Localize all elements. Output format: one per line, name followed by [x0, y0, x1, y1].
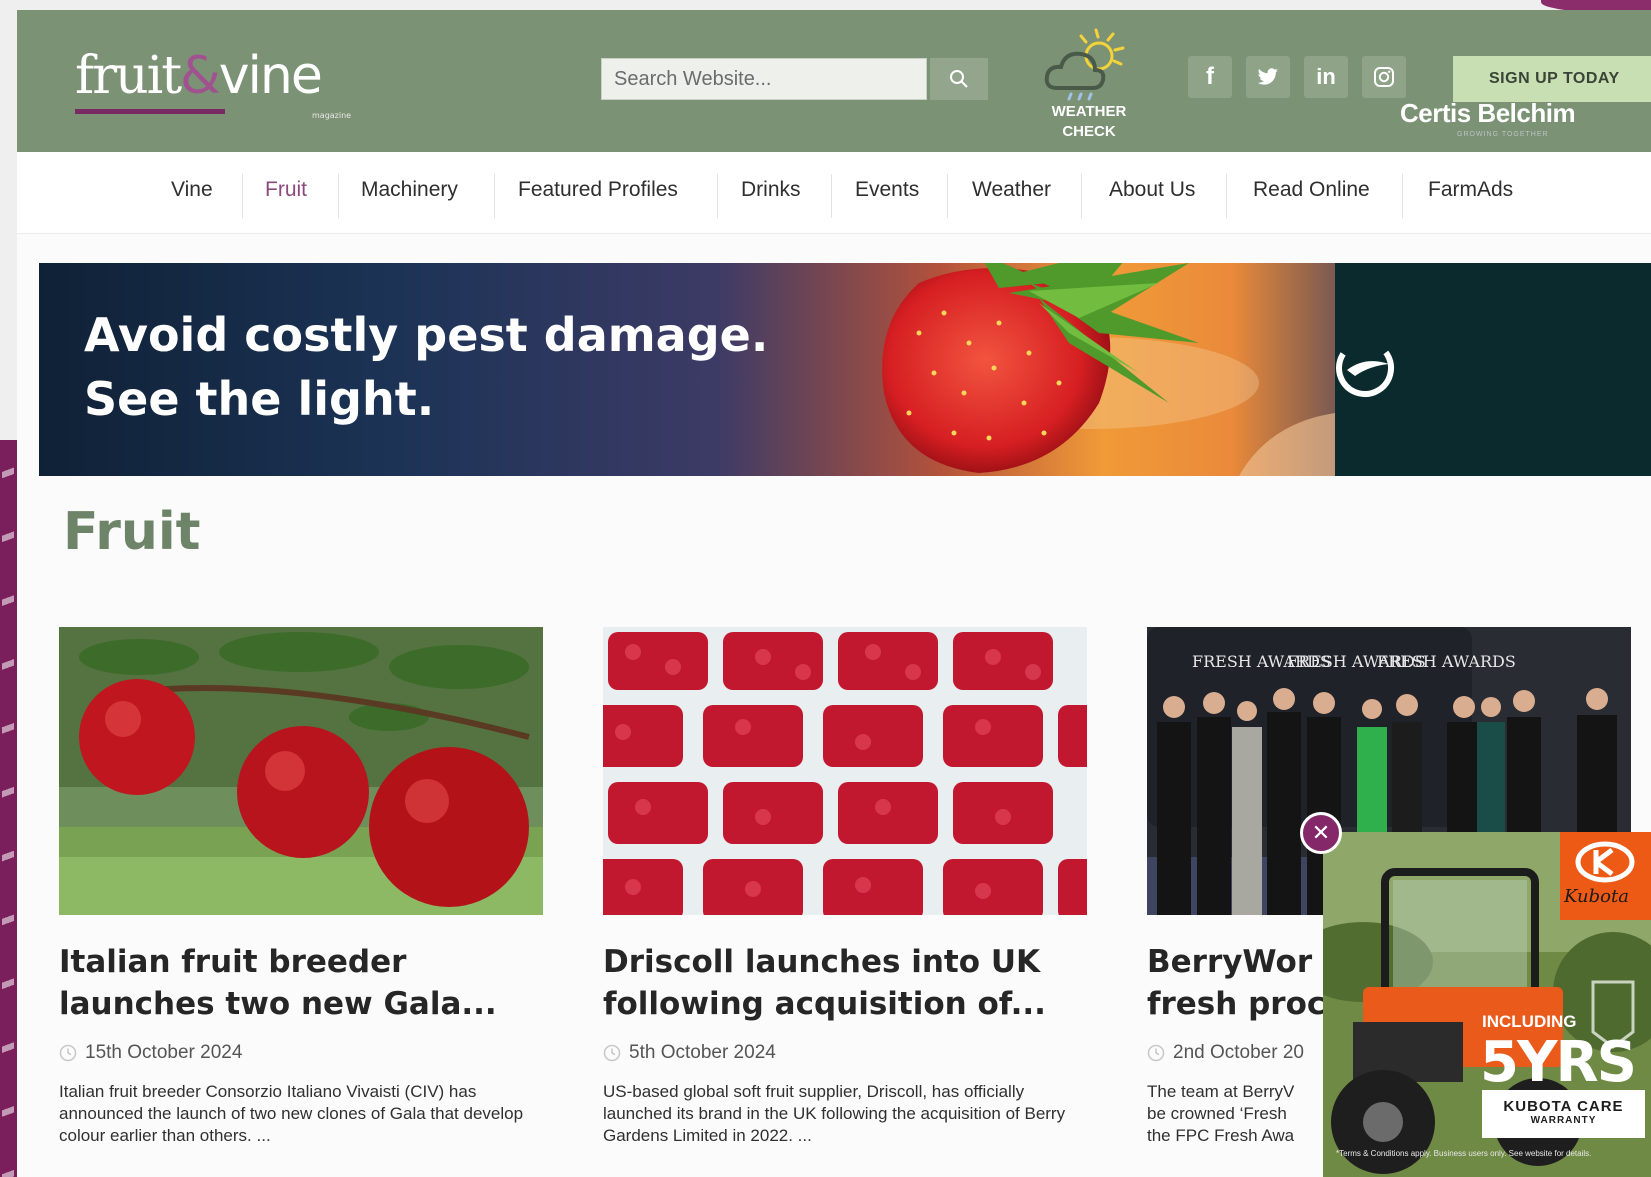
- apples-image: [59, 627, 543, 915]
- search-input[interactable]: [602, 59, 926, 99]
- close-popup-button[interactable]: ✕: [1300, 812, 1342, 854]
- article-date: 5th October 2024: [603, 1042, 776, 1064]
- warranty-subtitle: WARRANTY: [1530, 1115, 1597, 1126]
- nav-divider: [947, 174, 948, 218]
- article-date: 2nd October 20: [1147, 1042, 1304, 1064]
- linkedin-link[interactable]: in: [1304, 56, 1348, 98]
- article-title[interactable]: Italian fruit breeder launches two new G…: [59, 941, 543, 1025]
- search-icon: [950, 70, 968, 88]
- twitter-link[interactable]: [1246, 56, 1290, 98]
- article-excerpt: Italian fruit breeder Consorzio Italiano…: [59, 1082, 524, 1145]
- banner-brand-name: Certis Belchim: [1400, 98, 1576, 128]
- nav-divider: [242, 174, 243, 218]
- side-decoration: [0, 440, 18, 1177]
- nav-item-events[interactable]: Events: [855, 178, 919, 210]
- site-header: fruit&vine magazine Search Website... WE…: [17, 10, 1651, 152]
- instagram-link[interactable]: [1362, 56, 1406, 98]
- instagram-icon: [1374, 67, 1394, 87]
- nav-divider: [338, 174, 339, 218]
- twitter-icon: [1257, 68, 1278, 85]
- linkedin-icon: in: [1316, 64, 1336, 89]
- popup-including-text: INCLUDING: [1482, 1012, 1577, 1031]
- article-image-apples[interactable]: [59, 627, 543, 915]
- award-backdrop-text: FRESH AWARDS: [1377, 652, 1516, 671]
- logo-underline: [75, 109, 225, 114]
- nav-divider: [1402, 174, 1403, 218]
- nav-divider: [494, 174, 495, 218]
- nav-item-about-us[interactable]: About Us: [1109, 178, 1195, 210]
- warranty-title: KUBOTA CARE: [1503, 1098, 1624, 1115]
- nav-divider: [1081, 174, 1082, 218]
- logo-text: fruit&vine: [75, 46, 323, 106]
- popup-terms: *Terms & Conditions apply. Business user…: [1336, 1149, 1592, 1158]
- weather-label: WEATHER CHECK: [1051, 103, 1127, 140]
- nav-divider: [1226, 174, 1227, 218]
- nav-item-farmads[interactable]: FarmAds: [1428, 178, 1513, 210]
- certis-logo-icon: [1336, 339, 1394, 397]
- article-image-raspberries[interactable]: [603, 627, 1087, 915]
- search-button[interactable]: [930, 58, 988, 100]
- weather-check-link[interactable]: WEATHER CHECK: [1041, 26, 1137, 144]
- banner-headline: Avoid costly pest damage. See the light.: [84, 308, 769, 426]
- nav-item-drinks[interactable]: Drinks: [741, 178, 801, 210]
- article-date: 15th October 2024: [59, 1042, 242, 1064]
- weather-icon: [1044, 28, 1125, 101]
- popup-years-text: 5YRS: [1480, 1030, 1637, 1095]
- sign-up-button[interactable]: SIGN UP TODAY: [1453, 56, 1651, 102]
- facebook-icon: f: [1206, 63, 1214, 90]
- search-box: [601, 58, 927, 100]
- nav-item-machinery[interactable]: Machinery: [361, 178, 458, 210]
- kubota-wordmark: Kubota: [1564, 886, 1629, 907]
- clock-icon: [59, 1044, 77, 1062]
- warranty-box: KUBOTA CARE WARRANTY: [1482, 1090, 1645, 1138]
- site-logo[interactable]: fruit&vine magazine: [75, 46, 351, 122]
- nav-item-featured-profiles[interactable]: Featured Profiles: [518, 178, 678, 210]
- nav-item-vine[interactable]: Vine: [171, 178, 213, 210]
- nav-divider: [831, 174, 832, 218]
- clock-icon: [1147, 1044, 1165, 1062]
- page-title: Fruit: [63, 502, 201, 562]
- banner-brand-tagline: GROWING TOGETHER: [1457, 131, 1549, 138]
- nav-divider: [717, 174, 718, 218]
- nav-item-fruit[interactable]: Fruit: [265, 178, 307, 210]
- clock-icon: [603, 1044, 621, 1062]
- article-title[interactable]: Driscoll launches into UK following acqu…: [603, 941, 1087, 1025]
- ad-banner[interactable]: Avoid costly pest damage. See the light.: [39, 263, 1651, 476]
- logo-subtitle: magazine: [312, 111, 352, 120]
- close-icon: ✕: [1311, 820, 1331, 846]
- nav-item-weather[interactable]: Weather: [972, 178, 1051, 210]
- main-nav: Vine Fruit Machinery Featured Profiles D…: [17, 152, 1651, 234]
- raspberries-image: [603, 627, 1087, 915]
- facebook-link[interactable]: f: [1188, 56, 1232, 98]
- nav-item-read-online[interactable]: Read Online: [1253, 178, 1370, 210]
- kubota-logo-icon: [1575, 841, 1635, 883]
- article-excerpt: US-based global soft fruit supplier, Dri…: [603, 1082, 1066, 1145]
